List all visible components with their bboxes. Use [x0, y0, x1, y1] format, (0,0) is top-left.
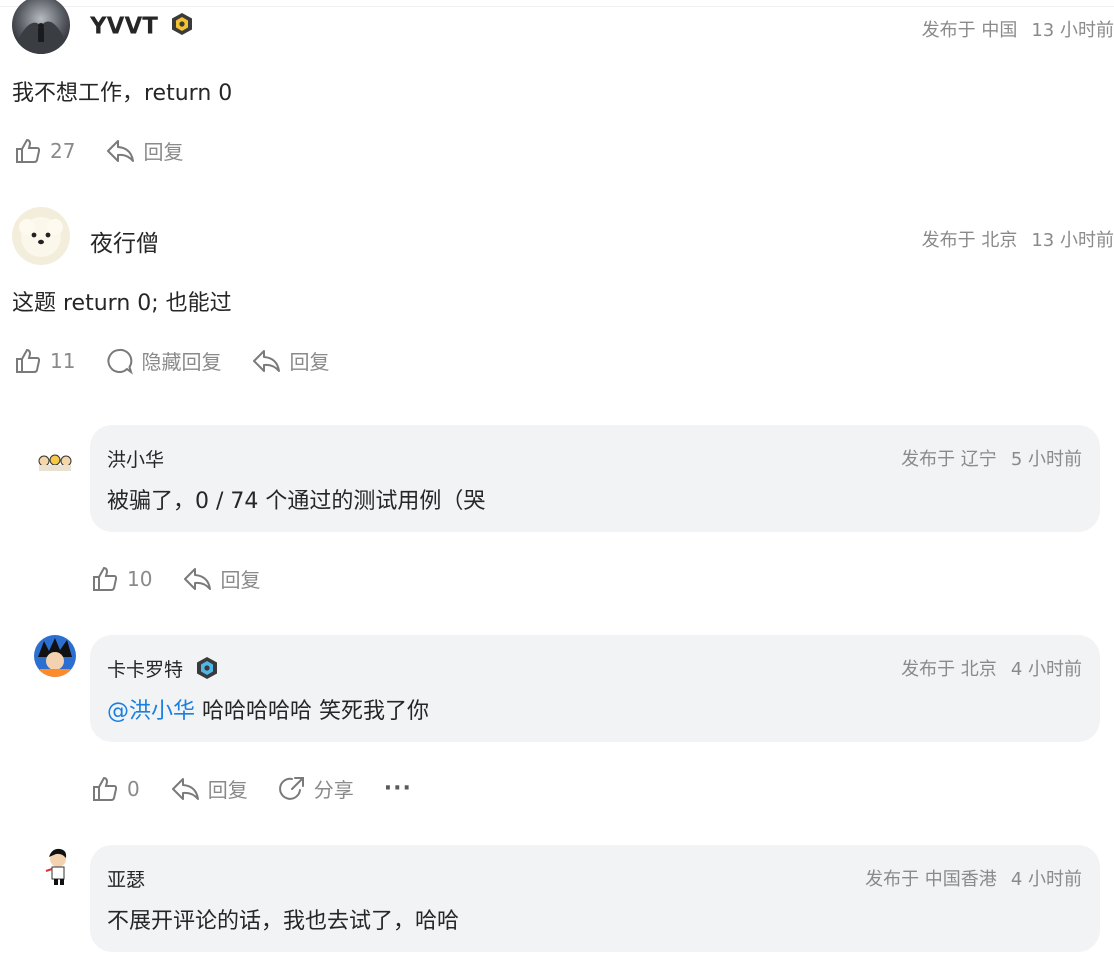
avatar[interactable] [34, 845, 76, 887]
reply-bubble: 卡卡罗特 发布于 北京 4 小时前 @洪小华 哈哈哈哈哈 笑死我了你 [90, 635, 1100, 742]
avatar[interactable] [12, 0, 70, 54]
comment-actions: 11 隐藏回复 回复 [14, 346, 359, 375]
more-options-button[interactable]: ··· [384, 776, 412, 801]
thumbs-up-icon [14, 347, 42, 375]
timestamp: 13 小时前 [1031, 20, 1114, 41]
like-count: 10 [127, 566, 153, 591]
reply-bubble: 亚瑟 发布于 中国香港 4 小时前 不展开评论的话，我也去试了，哈哈 [90, 845, 1100, 952]
thumbs-up-icon [14, 137, 42, 165]
like-count: 0 [127, 776, 140, 801]
timestamp: 4 小时前 [1010, 869, 1082, 890]
comment-bubble-icon [105, 347, 134, 375]
avatar[interactable] [34, 635, 76, 677]
reply-label: 回复 [289, 350, 330, 374]
mention-link[interactable]: @洪小华 [107, 699, 195, 724]
location-text: 发布于 北京 [901, 659, 997, 680]
reply-button[interactable]: 回复 [105, 136, 183, 165]
reply-text: 不展开评论的话，我也去试了，哈哈 [107, 909, 460, 934]
comment-meta: 发布于 北京 13 小时前 [922, 226, 1114, 252]
avatar[interactable] [34, 443, 76, 485]
comment-actions: 27 回复 [14, 136, 213, 165]
reply-button[interactable]: 回复 [182, 564, 260, 593]
location-text: 发布于 中国香港 [865, 869, 997, 890]
level-badge-icon [170, 12, 194, 42]
thumbs-up-icon [91, 565, 119, 593]
reply-label: 回复 [143, 140, 184, 164]
reply-meta: 发布于 北京 4 小时前 [901, 655, 1082, 681]
reply-arrow-icon [251, 347, 281, 375]
location-text: 发布于 北京 [921, 230, 1018, 251]
username-text[interactable]: 洪小华 [107, 445, 164, 472]
reply-actions: 10 回复 [91, 564, 290, 593]
username-link[interactable]: YVVT [90, 12, 194, 42]
reply-text: 被骗了，0 / 74 个通过的测试用例（哭 [107, 489, 486, 514]
location-text: 发布于 中国 [921, 20, 1018, 41]
timestamp: 4 小时前 [1010, 659, 1082, 680]
comment-text: 这题 return 0; 也能过 [12, 291, 232, 316]
level-badge-icon [195, 656, 219, 685]
reply-label: 回复 [220, 568, 261, 592]
username-link[interactable]: 卡卡罗特 [107, 655, 219, 685]
reply-arrow-icon [105, 137, 135, 165]
reply-bubble: 洪小华 发布于 辽宁 5 小时前 被骗了，0 / 74 个通过的测试用例（哭 [90, 425, 1100, 532]
more-dots-icon: ··· [383, 776, 412, 801]
like-button[interactable]: 11 [14, 347, 75, 375]
reply-text-body: 哈哈哈哈哈 笑死我了你 [195, 699, 430, 724]
reply-button[interactable]: 回复 [251, 346, 329, 375]
like-button[interactable]: 10 [91, 565, 152, 593]
reply-button[interactable]: 回复 [170, 774, 248, 803]
timestamp: 5 小时前 [1010, 449, 1082, 470]
reply-arrow-icon [182, 565, 212, 593]
like-button[interactable]: 0 [91, 775, 140, 803]
username-text[interactable]: 亚瑟 [107, 865, 145, 892]
top-divider [0, 6, 1114, 7]
location-text: 发布于 辽宁 [901, 449, 997, 470]
comment-text: 我不想工作，return 0 [12, 81, 233, 106]
reply-text: @洪小华 哈哈哈哈哈 笑死我了你 [107, 693, 429, 725]
reply-actions: 0 回复 分享 ··· [91, 774, 442, 803]
hide-replies-button[interactable]: 隐藏回复 [105, 346, 221, 375]
reply-label: 回复 [207, 778, 248, 802]
username-text[interactable]: 卡卡罗特 [107, 659, 183, 681]
share-icon [278, 775, 306, 803]
reply-meta: 发布于 中国香港 4 小时前 [865, 865, 1082, 891]
like-button[interactable]: 27 [14, 137, 75, 165]
comment-meta: 发布于 中国 13 小时前 [922, 16, 1114, 42]
hide-replies-label: 隐藏回复 [141, 350, 222, 374]
reply-arrow-icon [170, 775, 200, 803]
share-button[interactable]: 分享 [278, 774, 354, 803]
like-count: 27 [50, 138, 76, 163]
reply-meta: 发布于 辽宁 5 小时前 [901, 445, 1082, 471]
username-text[interactable]: YVVT [90, 14, 158, 40]
like-count: 11 [50, 348, 76, 373]
share-label: 分享 [313, 778, 354, 802]
timestamp: 13 小时前 [1031, 230, 1114, 251]
thumbs-up-icon [91, 775, 119, 803]
avatar[interactable] [12, 207, 70, 265]
username-text[interactable]: 夜行僧 [90, 224, 159, 258]
